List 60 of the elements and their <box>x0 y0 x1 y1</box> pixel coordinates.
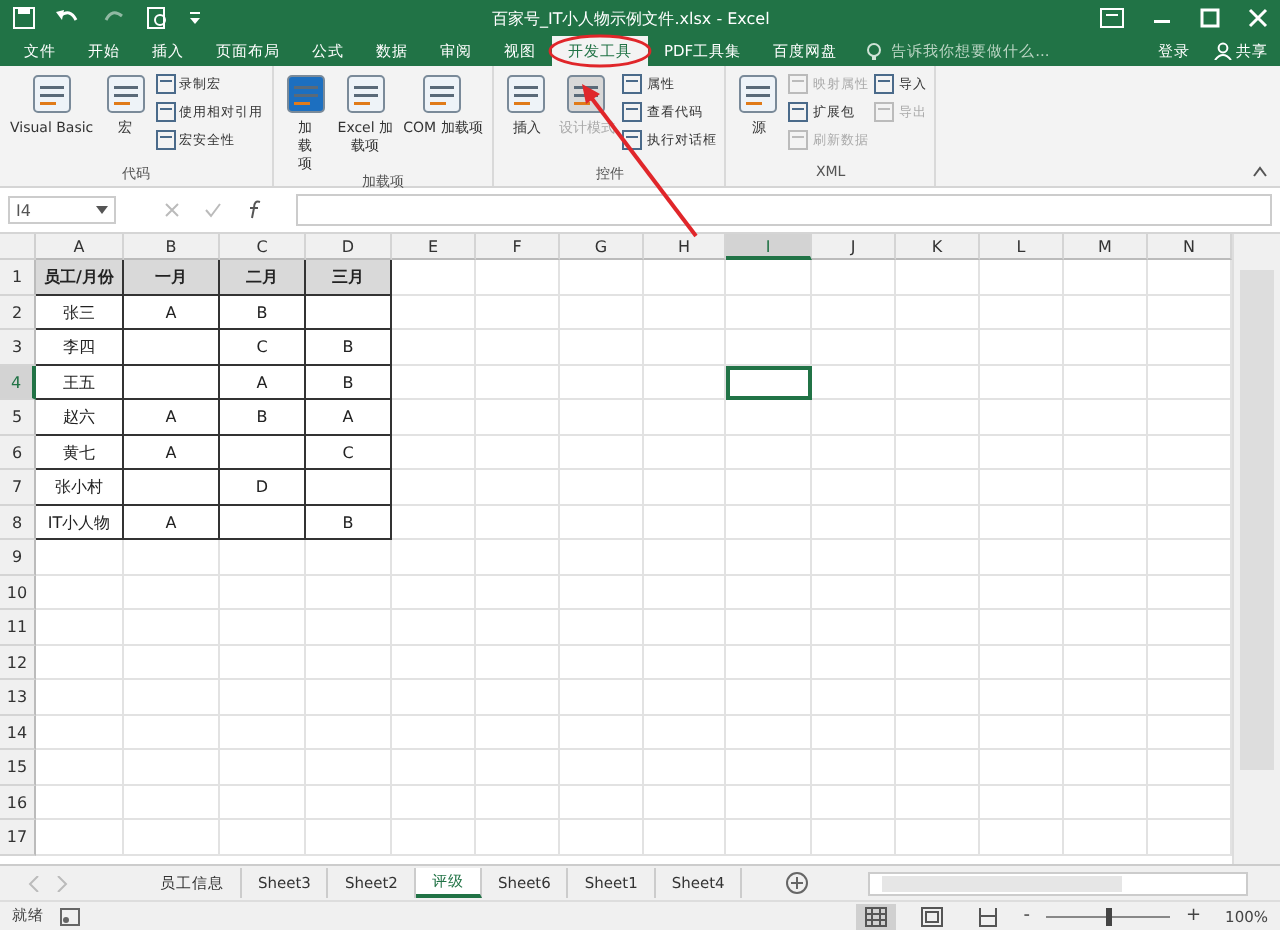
column-header[interactable]: K <box>896 234 980 260</box>
table-cell: 二月 <box>220 260 306 295</box>
row-header[interactable]: 3 <box>0 330 36 365</box>
table-cell: A <box>220 365 306 400</box>
table-cell: IT小人物 <box>36 505 124 540</box>
table-cell: 王五 <box>36 365 124 400</box>
table-cell: A <box>124 505 220 540</box>
row-header[interactable]: 16 <box>0 785 36 820</box>
row-header[interactable]: 11 <box>0 610 36 645</box>
column-header[interactable]: G <box>560 234 644 260</box>
row-header[interactable]: 6 <box>0 435 36 470</box>
table-cell: C <box>306 435 392 470</box>
table-cell: B <box>220 400 306 435</box>
column-header[interactable]: C <box>220 234 306 260</box>
table-cell: B <box>306 505 392 540</box>
zoom-out-button[interactable]: - <box>1023 906 1030 926</box>
table-cell: 黄七 <box>36 435 124 470</box>
row-header[interactable]: 7 <box>0 470 36 505</box>
row-header[interactable]: 2 <box>0 295 36 330</box>
row-header[interactable]: 8 <box>0 505 36 540</box>
row-header[interactable]: 15 <box>0 750 36 785</box>
table-cell: 张小村 <box>36 470 124 505</box>
table-cell: A <box>124 435 220 470</box>
table-cell: 员工/月份 <box>36 260 124 295</box>
column-header[interactable]: B <box>124 234 220 260</box>
row-header[interactable]: 14 <box>0 715 36 750</box>
table-cell: D <box>220 470 306 505</box>
row-header[interactable]: 12 <box>0 645 36 680</box>
column-header[interactable]: I <box>726 234 812 260</box>
name-box[interactable]: I4 <box>8 196 116 224</box>
row-header[interactable]: 9 <box>0 540 36 575</box>
table-cell: 赵六 <box>36 400 124 435</box>
column-header[interactable]: A <box>36 234 124 260</box>
zoom-in-button[interactable]: + <box>1186 906 1202 926</box>
row-header[interactable]: 1 <box>0 260 36 295</box>
row-header[interactable]: 17 <box>0 820 36 855</box>
column-header[interactable]: N <box>1148 234 1232 260</box>
table-cell: A <box>306 400 392 435</box>
table-cell: 三月 <box>306 260 392 295</box>
column-header[interactable]: M <box>1064 234 1148 260</box>
table-cell: C <box>220 330 306 365</box>
table-cell: 一月 <box>124 260 220 295</box>
table-cell: A <box>124 400 220 435</box>
column-header[interactable]: F <box>476 234 560 260</box>
table-cell: B <box>306 330 392 365</box>
column-header[interactable]: L <box>980 234 1064 260</box>
row-header[interactable]: 13 <box>0 680 36 715</box>
window-title: 百家号_IT小人物示例文件.xlsx - Excel <box>492 7 772 29</box>
table-cell: B <box>220 295 306 330</box>
table-cell: B <box>306 365 392 400</box>
column-header[interactable]: H <box>644 234 726 260</box>
column-header[interactable]: E <box>392 234 476 260</box>
column-header[interactable]: D <box>306 234 392 260</box>
table-cell: 张三 <box>36 295 124 330</box>
row-header[interactable]: 10 <box>0 575 36 610</box>
column-header[interactable]: J <box>812 234 896 260</box>
row-header[interactable]: 4 <box>0 365 36 400</box>
table-cell: 李四 <box>36 330 124 365</box>
table-cell: A <box>124 295 220 330</box>
row-header[interactable]: 5 <box>0 400 36 435</box>
